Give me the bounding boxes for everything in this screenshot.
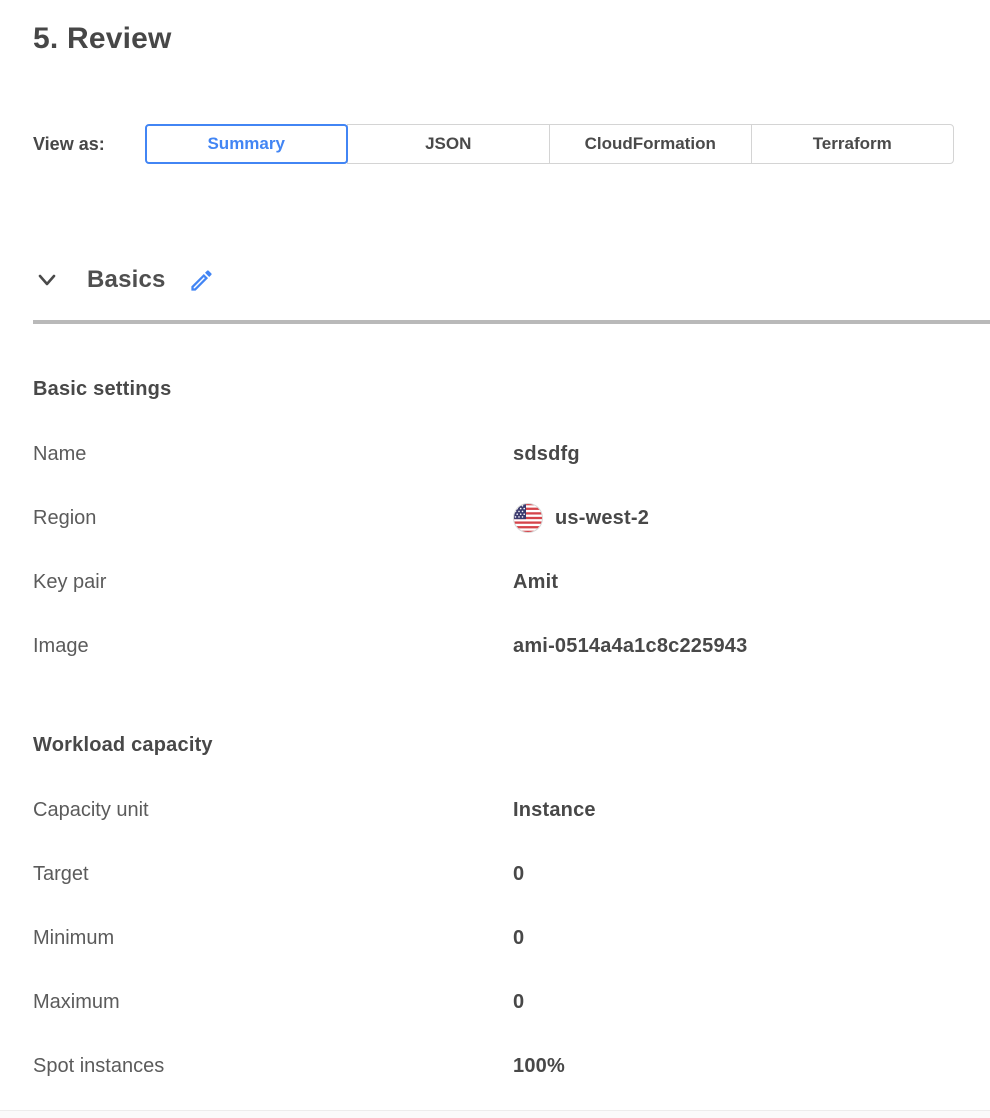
tab-json[interactable]: JSON: [347, 124, 550, 164]
page-title: 5. Review: [33, 20, 990, 58]
kv-label: Capacity unit: [33, 799, 513, 822]
kv-value: 0: [513, 927, 990, 950]
section-divider: [33, 320, 990, 324]
chevron-down-icon[interactable]: [33, 266, 61, 294]
kv-label: Maximum: [33, 991, 513, 1014]
kv-label: Key pair: [33, 571, 513, 594]
view-as-label: View as:: [33, 134, 105, 155]
kv-value: Amit: [513, 571, 990, 594]
basics-section-title: Basics: [87, 266, 166, 294]
tab-cloudformation[interactable]: CloudFormation: [549, 124, 752, 164]
kv-label: Image: [33, 635, 513, 658]
region-value-text: us-west-2: [555, 507, 649, 530]
kv-row-capacity-unit: Capacity unit Instance: [33, 778, 990, 842]
us-flag-icon: [513, 503, 543, 533]
kv-row-region: Region: [33, 486, 990, 550]
view-as-row: View as: Summary JSON CloudFormation Ter…: [33, 124, 990, 164]
group-heading-workload-capacity: Workload capacity: [33, 732, 990, 758]
kv-label: Minimum: [33, 927, 513, 950]
kv-row-maximum: Maximum 0: [33, 970, 990, 1034]
kv-value: ami-0514a4a1c8c225943: [513, 635, 990, 658]
group-heading-basic-settings: Basic settings: [33, 376, 990, 402]
kv-value: 0: [513, 863, 990, 886]
kv-value: sdsdfg: [513, 443, 990, 466]
basic-settings-group: Basic settings Name sdsdfg Region: [33, 376, 990, 678]
review-page: 5. Review View as: Summary JSON CloudFor…: [0, 20, 990, 1118]
pencil-icon: [188, 267, 215, 294]
basics-section-header: Basics: [33, 262, 990, 298]
kv-row-image: Image ami-0514a4a1c8c225943: [33, 614, 990, 678]
kv-value: us-west-2: [513, 503, 990, 533]
kv-label: Spot instances: [33, 1055, 513, 1078]
kv-value: 0: [513, 991, 990, 1014]
workload-capacity-group: Workload capacity Capacity unit Instance…: [33, 732, 990, 1098]
kv-value: 100%: [513, 1055, 990, 1078]
kv-label: Target: [33, 863, 513, 886]
kv-label: Name: [33, 443, 513, 466]
edit-basics-button[interactable]: [188, 266, 216, 294]
kv-row-spot-instances: Spot instances 100%: [33, 1034, 990, 1098]
kv-row-target: Target 0: [33, 842, 990, 906]
kv-label: Region: [33, 507, 513, 530]
kv-value: Instance: [513, 799, 990, 822]
kv-row-minimum: Minimum 0: [33, 906, 990, 970]
kv-row-name: Name sdsdfg: [33, 422, 990, 486]
tab-summary[interactable]: Summary: [145, 124, 348, 164]
tab-terraform[interactable]: Terraform: [751, 124, 954, 164]
view-as-tab-group: Summary JSON CloudFormation Terraform: [145, 124, 954, 164]
kv-row-key-pair: Key pair Amit: [33, 550, 990, 614]
next-section-edge: [0, 1110, 990, 1118]
